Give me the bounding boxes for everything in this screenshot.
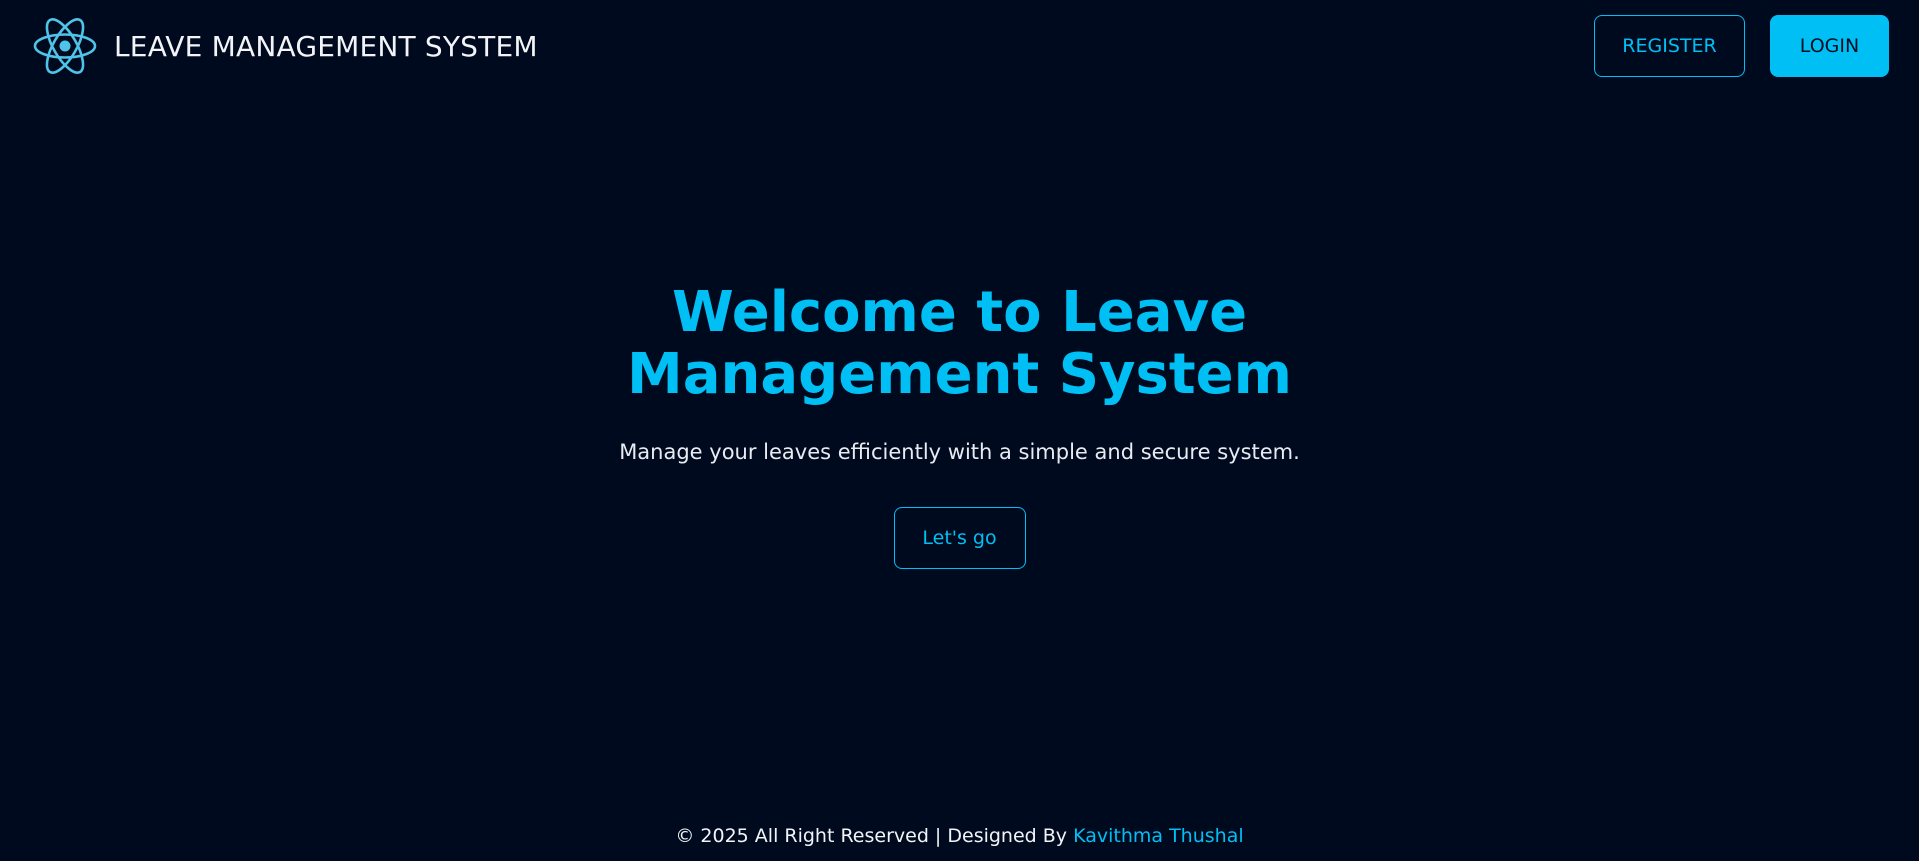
react-atom-icon: [33, 18, 97, 74]
footer: © 2025 All Right Reserved | Designed By …: [0, 825, 1919, 847]
footer-author-link[interactable]: Kavithma Thushal: [1073, 825, 1244, 847]
brand-title: LEAVE MANAGEMENT SYSTEM: [114, 29, 538, 63]
hero-subtitle: Manage your leaves efficiently with a si…: [619, 440, 1300, 464]
login-button[interactable]: LOGIN: [1770, 15, 1889, 77]
hero-section: Welcome to Leave Management System Manag…: [0, 282, 1919, 569]
hero-title: Welcome to Leave Management System: [627, 280, 1292, 407]
nav-actions: REGISTER LOGIN: [1594, 15, 1889, 77]
register-button[interactable]: REGISTER: [1594, 15, 1745, 77]
brand[interactable]: LEAVE MANAGEMENT SYSTEM: [32, 13, 538, 79]
lets-go-button[interactable]: Let's go: [893, 507, 1026, 569]
footer-copyright: © 2025 All Right Reserved | Designed By: [675, 825, 1068, 847]
navbar: LEAVE MANAGEMENT SYSTEM REGISTER LOGIN: [0, 0, 1919, 92]
